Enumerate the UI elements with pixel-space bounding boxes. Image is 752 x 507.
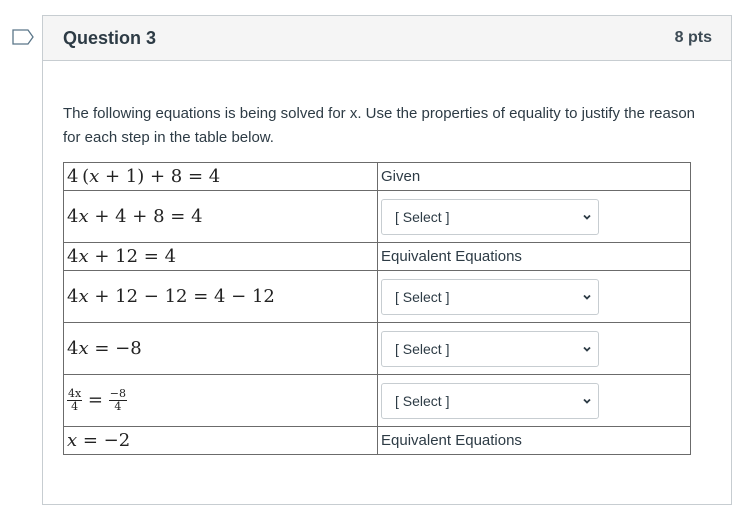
math-part: + 4 + 8 = 4 — [88, 206, 203, 227]
math-part: = −2 — [77, 430, 131, 451]
bookmark-flag-icon[interactable] — [12, 29, 34, 45]
select-value: [ Select ] — [395, 340, 450, 357]
table-row: 4x 4 = −8 4 [ Select ] — [63, 374, 691, 427]
equation-cell: 4x + 12 − 12 = 4 − 12 — [63, 270, 378, 323]
math-var: x — [78, 246, 89, 267]
math-var: x — [78, 338, 89, 359]
math-part: 4 — [67, 246, 79, 267]
chevron-down-icon — [583, 398, 591, 404]
question-header: Question 3 8 pts — [43, 16, 731, 61]
math-part: = −8 — [88, 338, 142, 359]
question-title: Question 3 — [63, 27, 157, 48]
chevron-down-icon — [583, 346, 591, 352]
fraction: −8 4 — [108, 388, 127, 413]
math-var: x — [67, 430, 78, 451]
math-part: + 12 − 12 = 4 − 12 — [88, 286, 275, 307]
select-value: [ Select ] — [395, 208, 450, 225]
reason-select[interactable]: [ Select ] — [381, 330, 599, 367]
question-card: Question 3 8 pts The following equations… — [42, 15, 732, 505]
reason-select[interactable]: [ Select ] — [381, 278, 599, 315]
reason-cell: [ Select ] — [377, 270, 691, 323]
reason-cell: [ Select ] — [377, 190, 691, 243]
chevron-down-icon — [583, 294, 591, 300]
reason-cell: Given — [377, 162, 691, 191]
math-part: + 12 = 4 — [88, 246, 177, 267]
equation-cell: 4x + 12 = 4 — [63, 242, 378, 271]
chevron-down-icon — [583, 214, 591, 220]
question-prompt: The following equations is being solved … — [63, 105, 696, 146]
steps-table: 4 (x + 1) + 8 = 4 Given 4x + 4 + 8 = 4 [… — [63, 162, 691, 455]
table-row: 4x = −8 [ Select ] — [63, 322, 691, 375]
equation-cell: 4x 4 = −8 4 — [63, 374, 378, 427]
select-value: [ Select ] — [395, 392, 450, 409]
math-var: x — [78, 286, 89, 307]
fraction: 4x 4 — [67, 388, 83, 413]
table-row: 4x + 12 = 4 Equivalent Equations — [63, 242, 691, 271]
table-row: 4 (x + 1) + 8 = 4 Given — [63, 162, 691, 191]
math-var: x — [78, 206, 89, 227]
reason-select[interactable]: [ Select ] — [381, 198, 599, 235]
reason-cell: [ Select ] — [377, 374, 691, 427]
reason-cell: Equivalent Equations — [377, 242, 691, 271]
math-part: = — [82, 389, 109, 411]
denominator: 4 — [114, 400, 122, 413]
table-row: x = −2 Equivalent Equations — [63, 426, 691, 455]
equation-cell: 4 (x + 1) + 8 = 4 — [63, 162, 378, 191]
math-part: 4 — [67, 286, 79, 307]
question-points: 8 pts — [674, 29, 712, 46]
math-var: x — [89, 166, 100, 187]
select-value: [ Select ] — [395, 288, 450, 305]
math-part: 4 — [67, 206, 79, 227]
reason-select[interactable]: [ Select ] — [381, 382, 599, 419]
table-row: 4x + 4 + 8 = 4 [ Select ] — [63, 190, 691, 243]
math-part: + 1) + 8 = 4 — [99, 166, 221, 187]
reason-cell: Equivalent Equations — [377, 426, 691, 455]
table-row: 4x + 12 − 12 = 4 − 12 [ Select ] — [63, 270, 691, 323]
math-part: 4 — [67, 338, 79, 359]
math-part: 4 — [67, 166, 79, 187]
equation-cell: 4x + 4 + 8 = 4 — [63, 190, 378, 243]
equation-cell: 4x = −8 — [63, 322, 378, 375]
reason-cell: [ Select ] — [377, 322, 691, 375]
equation-cell: x = −2 — [63, 426, 378, 455]
denominator: 4 — [71, 400, 79, 413]
